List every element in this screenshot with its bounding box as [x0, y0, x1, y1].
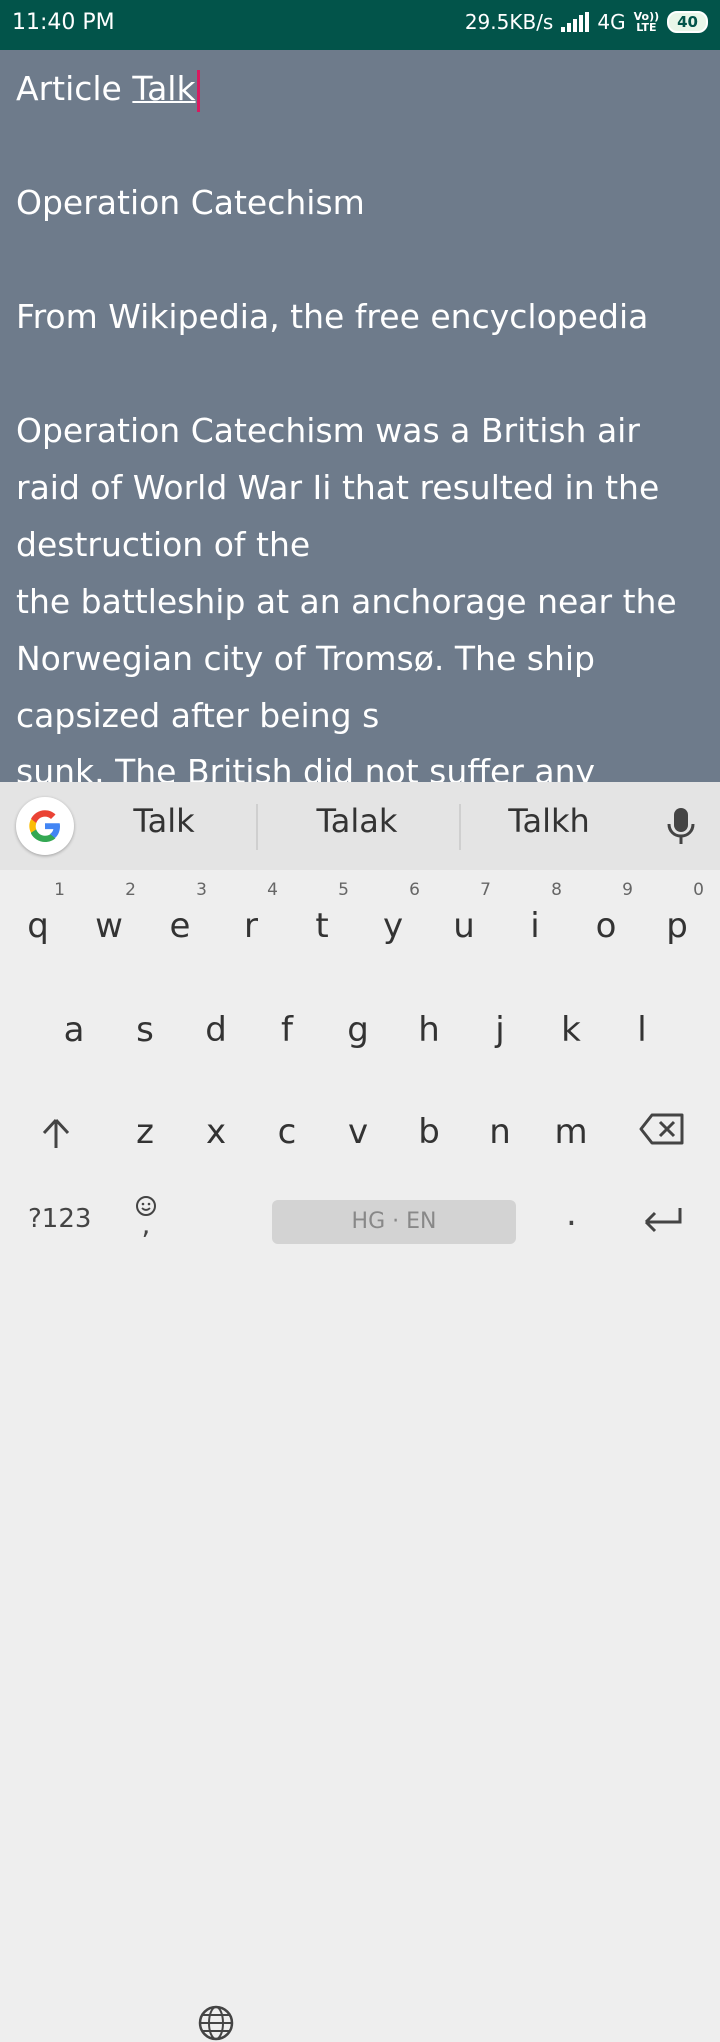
key-o[interactable]: 9o [571, 880, 641, 972]
composing-word: Talk [132, 69, 196, 108]
period-key[interactable]: . [566, 1194, 577, 1234]
key-p[interactable]: 0p [642, 880, 712, 972]
key-f[interactable]: f [252, 986, 322, 1076]
symbols-key[interactable]: ?123 [28, 1204, 91, 1234]
key-x[interactable]: x [181, 1088, 251, 1178]
title-line: Article Talk [16, 60, 706, 117]
key-e[interactable]: 3e [145, 880, 215, 972]
shift-arrow-icon [42, 1118, 70, 1148]
key-b[interactable]: b [394, 1088, 464, 1178]
article-heading: Operation Catechism [16, 183, 365, 222]
enter-icon[interactable] [640, 1204, 684, 1238]
network-speed: 29.5KB/s [464, 10, 554, 34]
key-k[interactable]: k [536, 986, 606, 1076]
battery-icon: 40 [667, 11, 708, 33]
suggestion-bar: Talk Talak Talkh [0, 782, 720, 870]
article-body: Operation Catechism was a British air ra… [16, 402, 706, 744]
key-q[interactable]: 1q [3, 880, 73, 972]
suggestion-3[interactable]: Talkh [459, 802, 639, 840]
soft-keyboard: Talk Talak Talkh 1q 2w 3e 4r 5t 6y 7u 8i… [0, 782, 720, 2041]
shift-key[interactable] [20, 1088, 90, 1178]
body-line: capsized after being s [16, 696, 380, 735]
body-line: Norwegian city of Tromsø. The ship [16, 639, 595, 678]
globe-icon[interactable] [197, 2004, 235, 2042]
status-bar: 11:40 PM 29.5KB/s 4G Vo)) LTE 40 [0, 0, 720, 50]
key-n[interactable]: n [465, 1088, 535, 1178]
key-u[interactable]: 7u [429, 880, 499, 972]
key-m[interactable]: m [536, 1088, 606, 1178]
key-j[interactable]: j [465, 986, 535, 1076]
key-v[interactable]: v [323, 1088, 393, 1178]
key-d[interactable]: d [181, 986, 251, 1076]
body-line: raid of World War Ii that resulted in th… [16, 468, 660, 507]
body-line: destruction of the [16, 525, 311, 564]
key-r[interactable]: 4r [216, 880, 286, 972]
status-indicators: 29.5KB/s 4G Vo)) LTE 40 [465, 10, 708, 34]
suggestion-2[interactable]: Talak [267, 802, 447, 840]
key-z[interactable]: z [110, 1088, 180, 1178]
key-g[interactable]: g [323, 986, 393, 1076]
google-icon[interactable] [16, 797, 74, 855]
key-l[interactable]: l [607, 986, 677, 1076]
volte-icon: Vo)) LTE [633, 10, 660, 34]
comma-label: , [141, 1208, 151, 1241]
key-i[interactable]: 8i [500, 880, 570, 972]
key-h[interactable]: h [394, 986, 464, 1076]
status-time: 11:40 PM [12, 10, 115, 35]
key-y[interactable]: 6y [358, 880, 428, 972]
text-editor[interactable]: Article Talk Operation Catechism From Wi… [0, 50, 720, 782]
signal-strength-icon [561, 12, 590, 32]
suggestion-divider [256, 804, 258, 850]
body-line: the battleship at an anchorage near the [16, 582, 677, 621]
key-c[interactable]: c [252, 1088, 322, 1178]
article-source-line: From Wikipedia, the free encyclopedia [16, 297, 649, 336]
key-a[interactable]: a [39, 986, 109, 1076]
key-t[interactable]: 5t [287, 880, 357, 972]
text-cursor [196, 69, 200, 112]
key-w[interactable]: 2w [74, 880, 144, 972]
title-word: Article [16, 69, 122, 108]
body-line-partial: sunk. The British did not suffer any [16, 752, 596, 782]
backspace-key[interactable] [626, 1088, 696, 1178]
space-bar[interactable]: HG · EN [272, 1200, 516, 1244]
microphone-icon[interactable] [664, 804, 698, 850]
suggestion-1[interactable]: Talk [74, 802, 254, 840]
body-line: Operation Catechism was a British air [16, 411, 640, 450]
emoji-comma-key[interactable]: , [132, 1194, 160, 1241]
key-s[interactable]: s [110, 986, 180, 1076]
backspace-icon [639, 1113, 684, 1145]
network-type: 4G [597, 10, 626, 34]
